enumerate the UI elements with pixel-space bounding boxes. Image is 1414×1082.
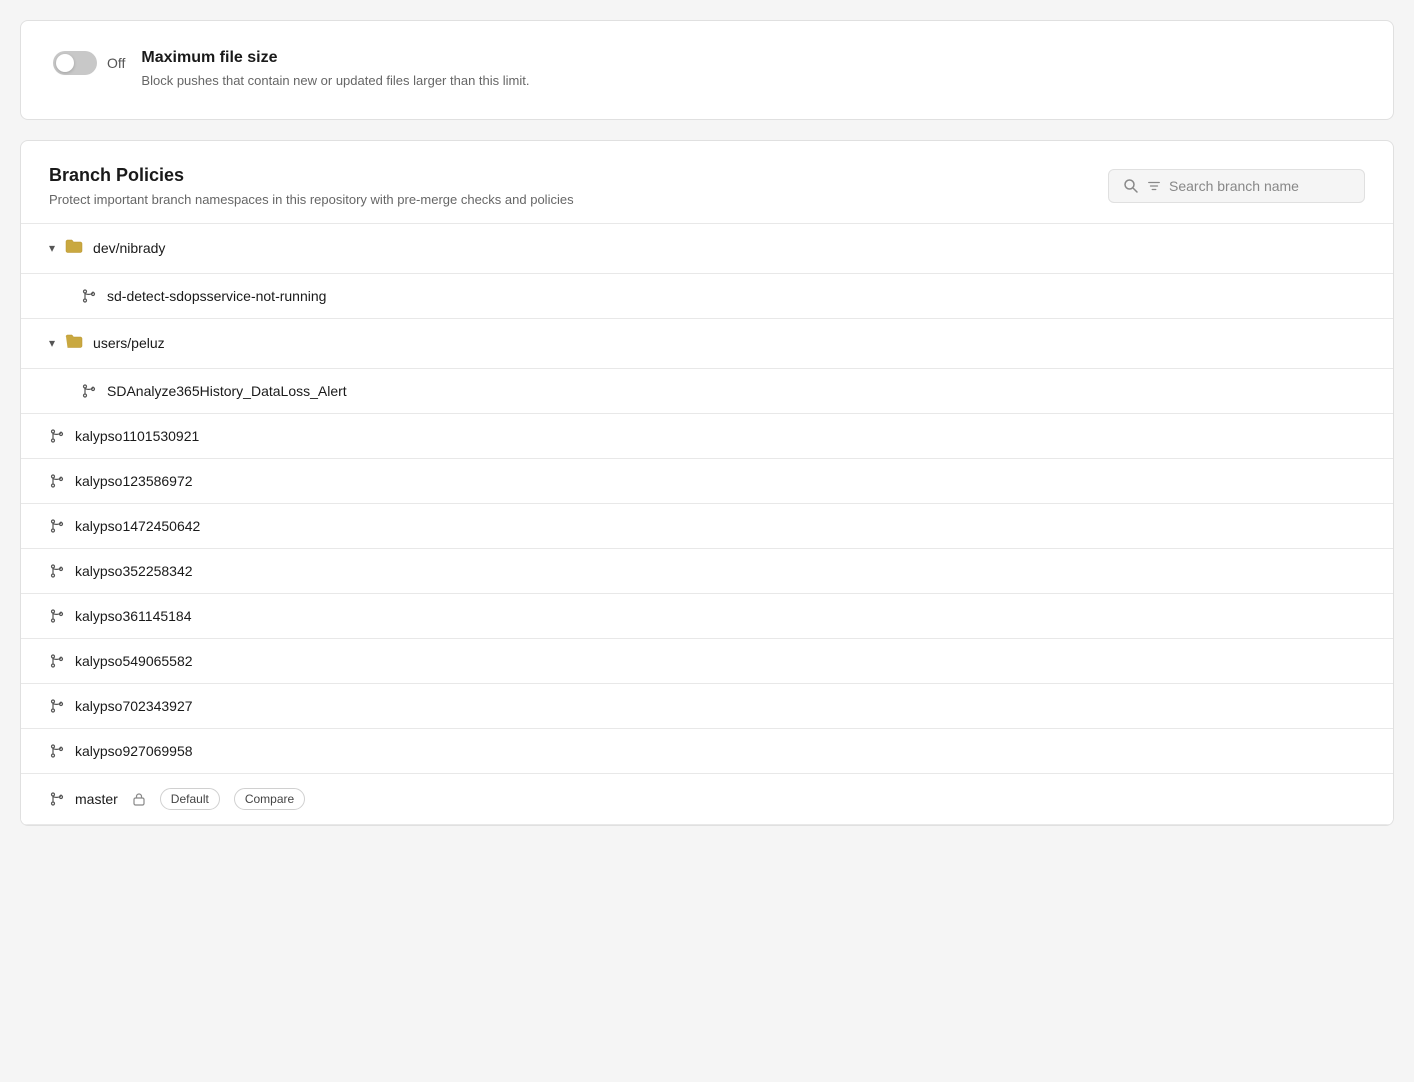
branch-item-kalypso3: kalypso1472450642 [21, 504, 1393, 549]
branch-icon [49, 428, 65, 444]
branch-item-kalypso2: kalypso123586972 [21, 459, 1393, 504]
search-icon [1123, 178, 1139, 194]
branch-icon [49, 653, 65, 669]
branch-item-sdanalyze: SDAnalyze365History_DataLoss_Alert [21, 369, 1393, 414]
branch-item-kalypso6: kalypso549065582 [21, 639, 1393, 684]
branch-icon [49, 563, 65, 579]
branch-group-dev-nibrady[interactable]: ▾ dev/nibrady [21, 224, 1393, 274]
branch-icon [49, 743, 65, 759]
branch-item-kalypso5: kalypso361145184 [21, 594, 1393, 639]
branch-item-kalypso1: kalypso1101530921 [21, 414, 1393, 459]
search-branch-input[interactable] [1169, 178, 1350, 194]
setting-title: Maximum file size [141, 49, 1361, 67]
toggle-container: Off [53, 51, 125, 75]
branch-name: kalypso361145184 [75, 608, 192, 624]
branch-title-group: Branch Policies Protect important branch… [49, 165, 574, 207]
branch-icon [81, 383, 97, 399]
branch-name: kalypso702343927 [75, 698, 193, 714]
folder-icon [65, 238, 83, 259]
branch-policies-subtitle: Protect important branch namespaces in t… [49, 192, 574, 207]
branch-item-kalypso8: kalypso927069958 [21, 729, 1393, 774]
branch-item-sd-detect: sd-detect-sdopsservice-not-running [21, 274, 1393, 319]
branch-name-sdanalyze: SDAnalyze365History_DataLoss_Alert [107, 383, 347, 399]
group-name-dev-nibrady: dev/nibrady [93, 240, 165, 256]
branch-name: kalypso1101530921 [75, 428, 199, 444]
setting-content: Maximum file size Block pushes that cont… [141, 49, 1361, 91]
branch-item-kalypso4: kalypso352258342 [21, 549, 1393, 594]
branch-icon [81, 288, 97, 304]
branch-icon [49, 518, 65, 534]
chevron-down-icon: ▾ [49, 336, 55, 350]
folder-icon [65, 333, 83, 354]
setting-description: Block pushes that contain new or updated… [141, 71, 1361, 91]
branch-item-kalypso7: kalypso702343927 [21, 684, 1393, 729]
branch-name-master: master [75, 791, 118, 807]
branch-name: kalypso123586972 [75, 473, 193, 489]
branch-name: kalypso549065582 [75, 653, 193, 669]
filter-icon [1147, 179, 1161, 193]
max-file-size-card: Off Maximum file size Block pushes that … [20, 20, 1394, 120]
branch-icon [49, 791, 65, 807]
branch-icon [49, 608, 65, 624]
badge-compare[interactable]: Compare [234, 788, 305, 810]
lock-icon [132, 792, 146, 806]
branch-name-sd-detect: sd-detect-sdopsservice-not-running [107, 288, 326, 304]
branch-name: kalypso1472450642 [75, 518, 200, 534]
branch-name: kalypso927069958 [75, 743, 193, 759]
branch-list: ▾ dev/nibrady sd-detect-sdopsservice-not… [21, 223, 1393, 825]
branch-group-users-peluz[interactable]: ▾ users/peluz [21, 319, 1393, 369]
search-branch-box[interactable] [1108, 169, 1365, 203]
branch-policies-card: Branch Policies Protect important branch… [20, 140, 1394, 826]
toggle-state-label: Off [107, 55, 125, 71]
branch-policies-header: Branch Policies Protect important branch… [21, 141, 1393, 223]
branch-name: kalypso352258342 [75, 563, 193, 579]
group-name-users-peluz: users/peluz [93, 335, 165, 351]
chevron-down-icon: ▾ [49, 241, 55, 255]
badge-default: Default [160, 788, 220, 810]
branch-policies-title: Branch Policies [49, 165, 574, 186]
max-file-size-toggle[interactable] [53, 51, 97, 75]
branch-item-master: master Default Compare [21, 774, 1393, 825]
branch-icon [49, 698, 65, 714]
branch-icon [49, 473, 65, 489]
